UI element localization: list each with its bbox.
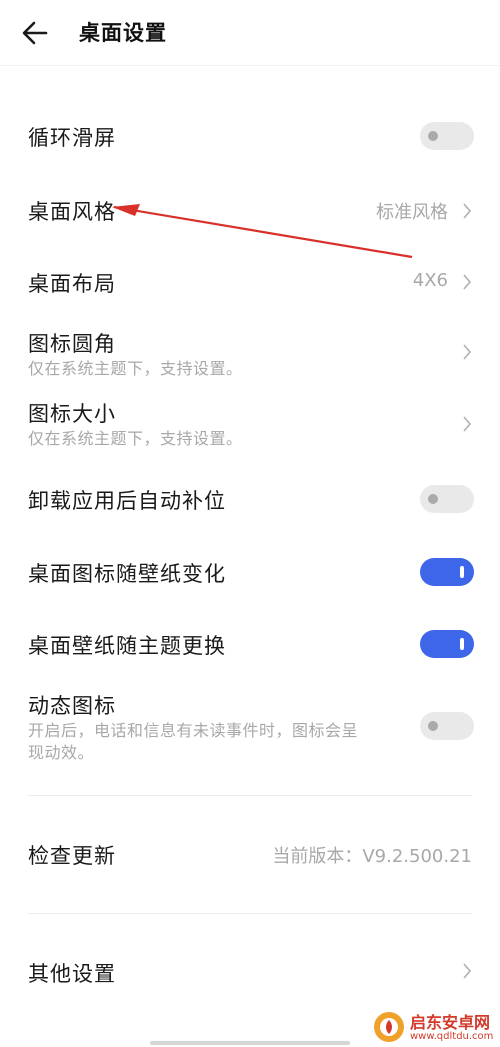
setting-label: 桌面风格 (28, 200, 116, 224)
arrow-left-icon (22, 21, 48, 45)
setting-label: 图标大小 (28, 402, 116, 426)
setting-check-update[interactable]: 检查更新 当前版本：V9.2.500.21 (0, 830, 500, 878)
chevron-right-icon (463, 274, 472, 290)
chevron-right-icon (463, 344, 472, 360)
setting-subtitle: 仅在系统主题下，支持设置。 (28, 359, 243, 378)
icon-wallpaper-toggle[interactable] (420, 558, 474, 586)
wallpaper-theme-toggle[interactable] (420, 630, 474, 658)
watermark-url: www.qdltdu.com (410, 1031, 494, 1042)
setting-other[interactable]: 其他设置 (0, 948, 500, 996)
setting-label: 桌面布局 (28, 272, 116, 296)
setting-subtitle: 开启后，电话和信息有未读事件时，图标会呈 (28, 721, 359, 740)
home-indicator[interactable] (150, 1041, 350, 1045)
loop-scroll-toggle[interactable] (420, 122, 474, 150)
watermark: 启东安卓网 www.qdltdu.com (372, 1008, 500, 1047)
setting-desktop-layout[interactable]: 桌面布局 4X6 (0, 258, 500, 306)
setting-icon-wallpaper: 桌面图标随壁纸变化 (0, 548, 500, 596)
setting-label: 图标圆角 (28, 332, 116, 356)
page-title: 桌面设置 (79, 21, 167, 45)
toggle-knob (460, 566, 464, 578)
setting-wallpaper-theme: 桌面壁纸随主题更换 (0, 620, 500, 668)
setting-label: 动态图标 (28, 694, 116, 718)
setting-icon-size[interactable]: 图标大小 仅在系统主题下，支持设置。 (0, 396, 500, 456)
toggle-knob (428, 131, 438, 141)
dynamic-icon-toggle[interactable] (420, 712, 474, 740)
auto-fill-toggle[interactable] (420, 485, 474, 513)
back-button[interactable] (16, 16, 52, 50)
setting-label: 卸载应用后自动补位 (28, 489, 226, 513)
setting-auto-fill: 卸载应用后自动补位 (0, 475, 500, 523)
setting-value: 4X6 (412, 270, 448, 291)
setting-label: 循环滑屏 (28, 126, 116, 150)
toggle-knob (428, 721, 438, 731)
setting-subtitle: 仅在系统主题下，支持设置。 (28, 429, 243, 448)
toggle-knob (460, 638, 464, 650)
setting-dynamic-icon: 动态图标 开启后，电话和信息有未读事件时，图标会呈 现动效。 (0, 690, 500, 770)
setting-loop-scroll: 循环滑屏 (0, 112, 500, 160)
app-header: 桌面设置 (0, 0, 500, 66)
watermark-name: 启东安卓网 (410, 1013, 491, 1032)
toggle-knob (428, 494, 438, 504)
divider (28, 913, 472, 914)
setting-desktop-style[interactable]: 桌面风格 标准风格 (0, 186, 500, 234)
setting-label: 桌面图标随壁纸变化 (28, 562, 226, 586)
chevron-right-icon (463, 416, 472, 432)
chevron-right-icon (463, 963, 472, 979)
setting-value: 标准风格 (376, 202, 448, 223)
divider (28, 795, 472, 796)
setting-label: 检查更新 (28, 844, 116, 868)
chevron-right-icon (463, 203, 472, 219)
setting-label: 桌面壁纸随主题更换 (28, 634, 226, 658)
version-value: 当前版本：V9.2.500.21 (272, 846, 472, 867)
setting-subtitle: 现动效。 (28, 743, 95, 762)
setting-icon-corner[interactable]: 图标圆角 仅在系统主题下，支持设置。 (0, 326, 500, 386)
watermark-logo-icon (374, 1012, 404, 1042)
setting-label: 其他设置 (28, 962, 116, 986)
